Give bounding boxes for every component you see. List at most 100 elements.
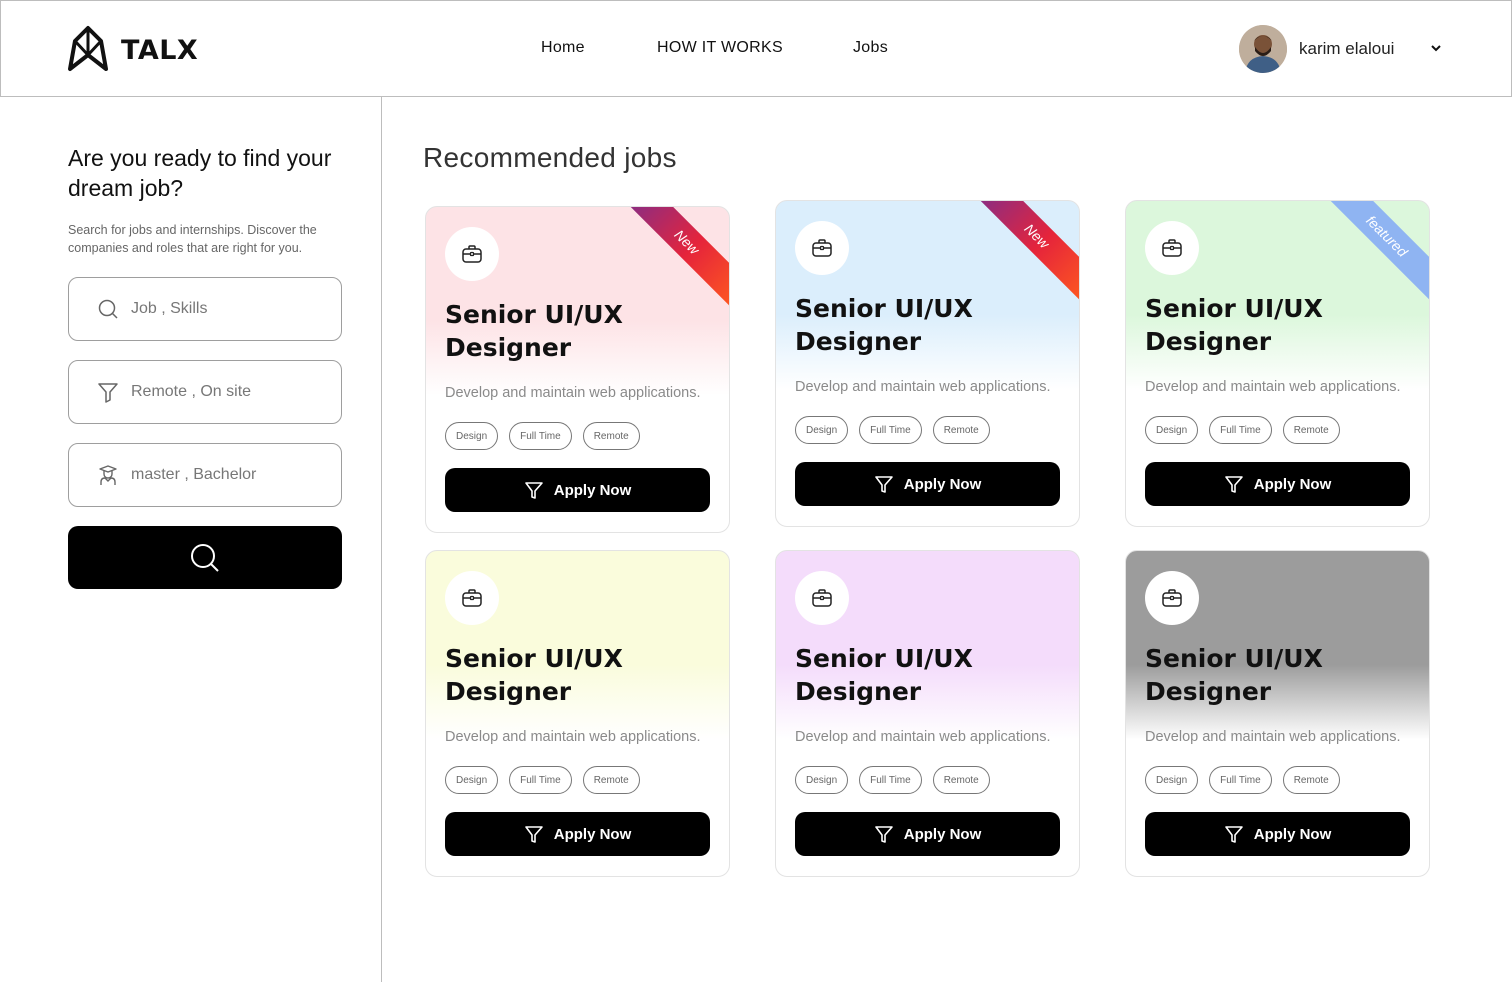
nav-home[interactable]: Home [541,39,585,57]
chevron-down-icon[interactable] [1429,41,1443,55]
nav-jobs[interactable]: Jobs [853,39,888,57]
work-mode-placeholder: Remote , On site [131,383,252,400]
search-icon [98,299,118,319]
job-tags: Design Full Time Remote [1145,416,1340,444]
send-icon [1224,476,1243,493]
send-icon [874,826,893,843]
apply-now-label: Apply Now [553,825,632,843]
tag-design: Design [795,416,849,444]
briefcase-icon [462,245,482,263]
briefcase-icon-circle [445,227,499,281]
job-title: Senior UI/UX Designer [1145,294,1323,356]
job-tags: Design Full Time Remote [795,766,990,794]
job-tags: Design Full Time Remote [445,422,640,450]
tag-remote: Remote [1282,766,1340,794]
tag-full-time: Full Time [859,416,922,444]
filter-icon [98,383,118,403]
tag-design: Design [1145,416,1199,444]
tag-design: Design [795,766,849,794]
graduate-icon [99,465,117,485]
briefcase-icon [812,239,832,257]
sidebar-title: Are you ready to find your dream job? [68,145,332,201]
job-card: Senior UI/UX Designer Develop and mainta… [775,200,1080,527]
briefcase-icon [812,589,832,607]
education-placeholder: master , Bachelor [131,466,257,483]
tag-design: Design [445,766,499,794]
tag-remote: Remote [582,766,640,794]
briefcase-icon [1162,589,1182,607]
search-button[interactable] [68,526,342,589]
job-description: Develop and maintain web applications. [1145,729,1401,745]
tag-full-time: Full Time [509,422,572,450]
job-skills-input[interactable]: Job , Skills [68,277,342,341]
tag-design: Design [445,422,499,450]
tag-remote: Remote [932,416,990,444]
tag-full-time: Full Time [1209,766,1272,794]
new-badge: New [969,201,1079,304]
brand-name: TALX [121,34,199,66]
apply-now-button[interactable]: Apply Now [795,812,1060,856]
sidebar-description: Search for jobs and internships. Discove… [68,223,317,255]
briefcase-icon-circle [1145,221,1199,275]
send-icon [874,476,893,493]
apply-now-label: Apply Now [1253,475,1332,493]
job-title: Senior UI/UX Designer [445,300,623,362]
job-title: Senior UI/UX Designer [795,294,973,356]
briefcase-icon-circle [1145,571,1199,625]
tag-full-time: Full Time [859,766,922,794]
featured-badge: featured [1319,201,1429,304]
job-title: Senior UI/UX Designer [445,644,623,706]
tag-full-time: Full Time [1209,416,1272,444]
briefcase-icon [462,589,482,607]
job-card: Senior UI/UX Designer Develop and mainta… [1125,200,1430,527]
job-description: Develop and maintain web applications. [445,729,701,745]
user-name: karim elaloui [1299,39,1395,58]
briefcase-icon-circle [795,221,849,275]
job-description: Develop and maintain web applications. [795,729,1051,745]
new-badge: New [619,207,729,310]
job-card: Senior UI/UX Designer Develop and mainta… [775,550,1080,877]
tag-remote: Remote [932,766,990,794]
apply-now-button[interactable]: Apply Now [795,462,1060,506]
tag-design: Design [1145,766,1199,794]
brand-logo[interactable]: TALX [67,25,198,75]
job-description: Develop and maintain web applications. [1145,379,1401,395]
tag-remote: Remote [582,422,640,450]
user-menu[interactable]: karim elaloui [1239,25,1441,73]
job-title: Senior UI/UX Designer [1145,644,1323,706]
top-navigation-bar: TALX Home HOW IT WORKS Jobs karim elalou… [0,0,1512,97]
apply-now-button[interactable]: Apply Now [1145,462,1410,506]
apply-now-button[interactable]: Apply Now [445,468,710,512]
job-tags: Design Full Time Remote [1145,766,1340,794]
briefcase-icon-circle [795,571,849,625]
search-sidebar: Are you ready to find your dream job? Se… [0,97,382,982]
job-tags: Design Full Time Remote [445,766,640,794]
nav-how-it-works[interactable]: HOW IT WORKS [657,39,783,57]
search-icon [191,543,219,572]
tag-full-time: Full Time [509,766,572,794]
work-mode-input[interactable]: Remote , On site [68,360,342,424]
briefcase-icon [1162,239,1182,257]
job-card: Senior UI/UX Designer Develop and mainta… [1125,550,1430,877]
job-tags: Design Full Time Remote [795,416,990,444]
job-title: Senior UI/UX Designer [795,644,973,706]
apply-now-label: Apply Now [1253,825,1332,843]
education-input[interactable]: master , Bachelor [68,443,342,507]
talx-logo-icon [68,26,108,71]
briefcase-icon-circle [445,571,499,625]
page-title: Recommended jobs [423,142,677,173]
job-description: Develop and maintain web applications. [795,379,1051,395]
send-icon [1224,826,1243,843]
tag-remote: Remote [1282,416,1340,444]
job-card: Senior UI/UX Designer Develop and mainta… [425,206,730,533]
avatar[interactable] [1239,25,1287,73]
job-card: Senior UI/UX Designer Develop and mainta… [425,550,730,877]
apply-now-button[interactable]: Apply Now [1145,812,1410,856]
apply-now-button[interactable]: Apply Now [445,812,710,856]
job-description: Develop and maintain web applications. [445,385,701,401]
apply-now-label: Apply Now [903,475,982,493]
apply-now-label: Apply Now [903,825,982,843]
apply-now-label: Apply Now [553,481,632,499]
job-skills-placeholder: Job , Skills [131,300,208,317]
send-icon [524,826,543,843]
